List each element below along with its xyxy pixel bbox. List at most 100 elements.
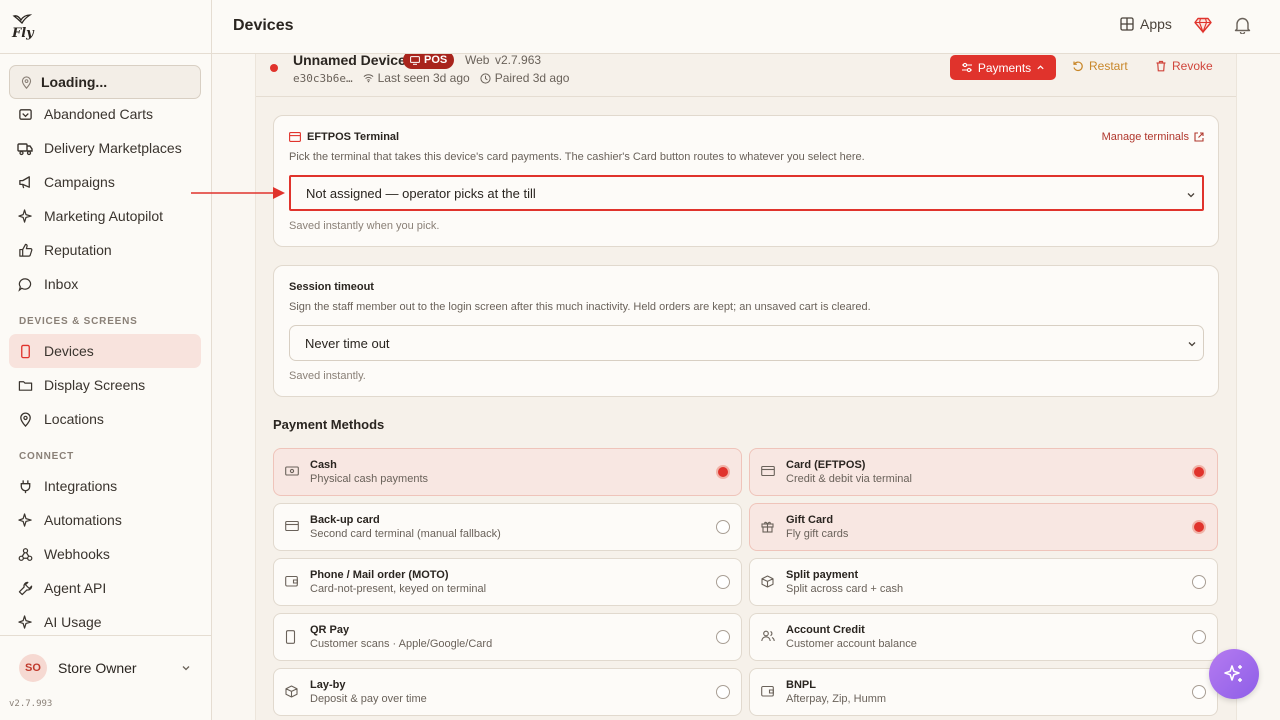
payment-method-desc: Split across card + cash — [786, 583, 904, 595]
payment-method-toggle[interactable] — [1192, 465, 1206, 479]
logo-text: Fly — [12, 25, 34, 41]
device-version: v2.7.963 — [495, 54, 542, 67]
user-menu[interactable]: SO Store Owner — [19, 654, 191, 682]
sidebar-item-label: Marketing Autopilot — [44, 208, 164, 224]
sliders-icon — [961, 62, 972, 73]
payment-method-name: Card (EFTPOS) — [786, 459, 866, 471]
payment-method-lay-by[interactable]: Lay-by Deposit & pay over time — [273, 668, 742, 716]
payment-method-toggle[interactable] — [1192, 630, 1206, 644]
sidebar-item-agent-api[interactable]: Agent API — [9, 571, 201, 605]
device-name: Unnamed Device — [293, 54, 406, 68]
sidebar-item-ai-usage[interactable]: AI Usage — [9, 605, 201, 635]
paired-label: Paired 3d ago — [494, 71, 570, 85]
notifications-button[interactable] — [1234, 16, 1251, 37]
revoke-button-label: Revoke — [1172, 59, 1213, 73]
smartphone-icon — [285, 630, 296, 644]
chevron-down-icon — [1188, 342, 1196, 347]
payments-button-label: Payments — [977, 60, 1032, 75]
payment-method-desc: Customer account balance — [786, 638, 917, 650]
logo-row: Fly — [0, 0, 211, 54]
restart-button[interactable]: Restart — [1072, 59, 1128, 73]
sidebar-item-label: Automations — [44, 512, 122, 528]
sidebar-item-abandoned-carts[interactable]: Abandoned Carts — [9, 97, 201, 131]
sidebar-item-webhooks[interactable]: Webhooks — [9, 537, 201, 571]
chevron-up-icon — [1037, 65, 1044, 70]
payment-method-toggle[interactable] — [716, 685, 730, 699]
payment-method-card-eftpos[interactable]: Card (EFTPOS) Credit & debit via termina… — [749, 448, 1218, 496]
cart-icon — [17, 106, 33, 122]
manage-terminals-label: Manage terminals — [1101, 131, 1189, 143]
payment-method-toggle[interactable] — [716, 630, 730, 644]
location-label: Loading... — [41, 74, 108, 90]
revoke-button[interactable]: Revoke — [1155, 59, 1213, 73]
sidebar-section-devices: DEVICES & SCREENS — [19, 316, 138, 327]
payment-method-toggle[interactable] — [716, 465, 730, 479]
sidebar-item-reputation[interactable]: Reputation — [9, 233, 201, 267]
sidebar-item-automations[interactable]: Automations — [9, 503, 201, 537]
trash-icon — [1156, 60, 1166, 72]
sparkles-icon — [1224, 665, 1242, 682]
payment-method-qr-pay[interactable]: QR Pay Customer scans · Apple/Google/Car… — [273, 613, 742, 661]
payment-method-toggle[interactable] — [716, 575, 730, 589]
sidebar-item-display-screens[interactable]: Display Screens — [9, 368, 201, 402]
thumbs-up-icon — [17, 242, 33, 258]
chat-icon — [17, 276, 33, 292]
apps-button[interactable]: Apps — [1120, 16, 1172, 32]
payment-method-desc: Credit & debit via terminal — [786, 473, 912, 485]
credit-card-icon — [289, 132, 301, 142]
payment-method-account-credit[interactable]: Account Credit Customer account balance — [749, 613, 1218, 661]
map-pin-icon — [21, 75, 32, 89]
main-content: Unnamed Device POS Web v2.7.963 e30c3b6e… — [212, 54, 1280, 720]
sidebar-item-marketing-autopilot[interactable]: Marketing Autopilot — [9, 199, 201, 233]
payment-method-desc: Physical cash payments — [310, 473, 428, 485]
payment-method-toggle[interactable] — [716, 520, 730, 534]
fly-logo-icon — [12, 13, 32, 24]
chevron-down-icon — [1187, 193, 1195, 198]
gift-icon — [761, 521, 774, 533]
payments-button[interactable]: Payments — [950, 55, 1056, 80]
session-timeout-select[interactable]: Never time out — [289, 325, 1204, 361]
sidebar-item-label: Display Screens — [44, 377, 146, 393]
box-icon — [285, 685, 298, 698]
sidebar-item-label: Reputation — [44, 242, 112, 258]
payment-method-toggle[interactable] — [1192, 575, 1206, 589]
payment-method-desc: Deposit & pay over time — [310, 693, 427, 705]
payment-method-desc: Second card terminal (manual fallback) — [310, 528, 501, 540]
sidebar-item-campaigns[interactable]: Campaigns — [9, 165, 201, 199]
clock-icon — [480, 72, 491, 84]
sidebar-item-locations[interactable]: Locations — [9, 402, 201, 436]
sidebar-nav: Abandoned Carts Delivery Marketplaces Ca… — [9, 97, 201, 635]
eftpos-card: EFTPOS Terminal Manage terminals Pick th… — [273, 115, 1219, 247]
payment-method-split-payment[interactable]: Split payment Split across card + cash — [749, 558, 1218, 606]
eftpos-terminal-select[interactable]: Not assigned — operator picks at the til… — [289, 175, 1204, 211]
folder-icon — [17, 377, 33, 393]
payment-method-gift-card[interactable]: Gift Card Fly gift cards — [749, 503, 1218, 551]
payment-method-cash[interactable]: Cash Physical cash payments — [273, 448, 742, 496]
sidebar-item-inbox[interactable]: Inbox — [9, 267, 201, 301]
payment-method-backup-card[interactable]: Back-up card Second card terminal (manua… — [273, 503, 742, 551]
wallet-icon — [285, 575, 298, 587]
sidebar-item-integrations[interactable]: Integrations — [9, 469, 201, 503]
payment-method-moto[interactable]: Phone / Mail order (MOTO) Card-not-prese… — [273, 558, 742, 606]
payment-method-toggle[interactable] — [1192, 520, 1206, 534]
upgrade-button[interactable] — [1194, 16, 1212, 37]
banknote-icon — [285, 466, 299, 476]
sidebar-item-devices[interactable]: Devices — [9, 334, 201, 368]
payment-method-bnpl[interactable]: BNPL Afterpay, Zip, Humm — [749, 668, 1218, 716]
users-icon — [761, 630, 775, 642]
chevron-down-icon — [182, 666, 190, 671]
credit-card-icon — [285, 520, 299, 532]
sidebar: Fly Loading... Abandoned Carts Delivery … — [0, 0, 212, 720]
ai-assistant-button[interactable] — [1209, 649, 1259, 699]
sparkle-icon — [17, 208, 33, 224]
eftpos-hint: Saved instantly when you pick. — [289, 220, 440, 232]
session-title: Session timeout — [289, 281, 374, 293]
app-logo[interactable]: Fly — [12, 13, 34, 41]
payment-method-toggle[interactable] — [1192, 685, 1206, 699]
external-link-icon — [1194, 132, 1204, 142]
pos-badge-label: POS — [424, 54, 448, 66]
location-select[interactable]: Loading... — [9, 65, 201, 99]
wifi-icon — [363, 74, 374, 83]
sidebar-item-delivery-marketplaces[interactable]: Delivery Marketplaces — [9, 131, 201, 165]
manage-terminals-link[interactable]: Manage terminals — [1102, 131, 1204, 143]
